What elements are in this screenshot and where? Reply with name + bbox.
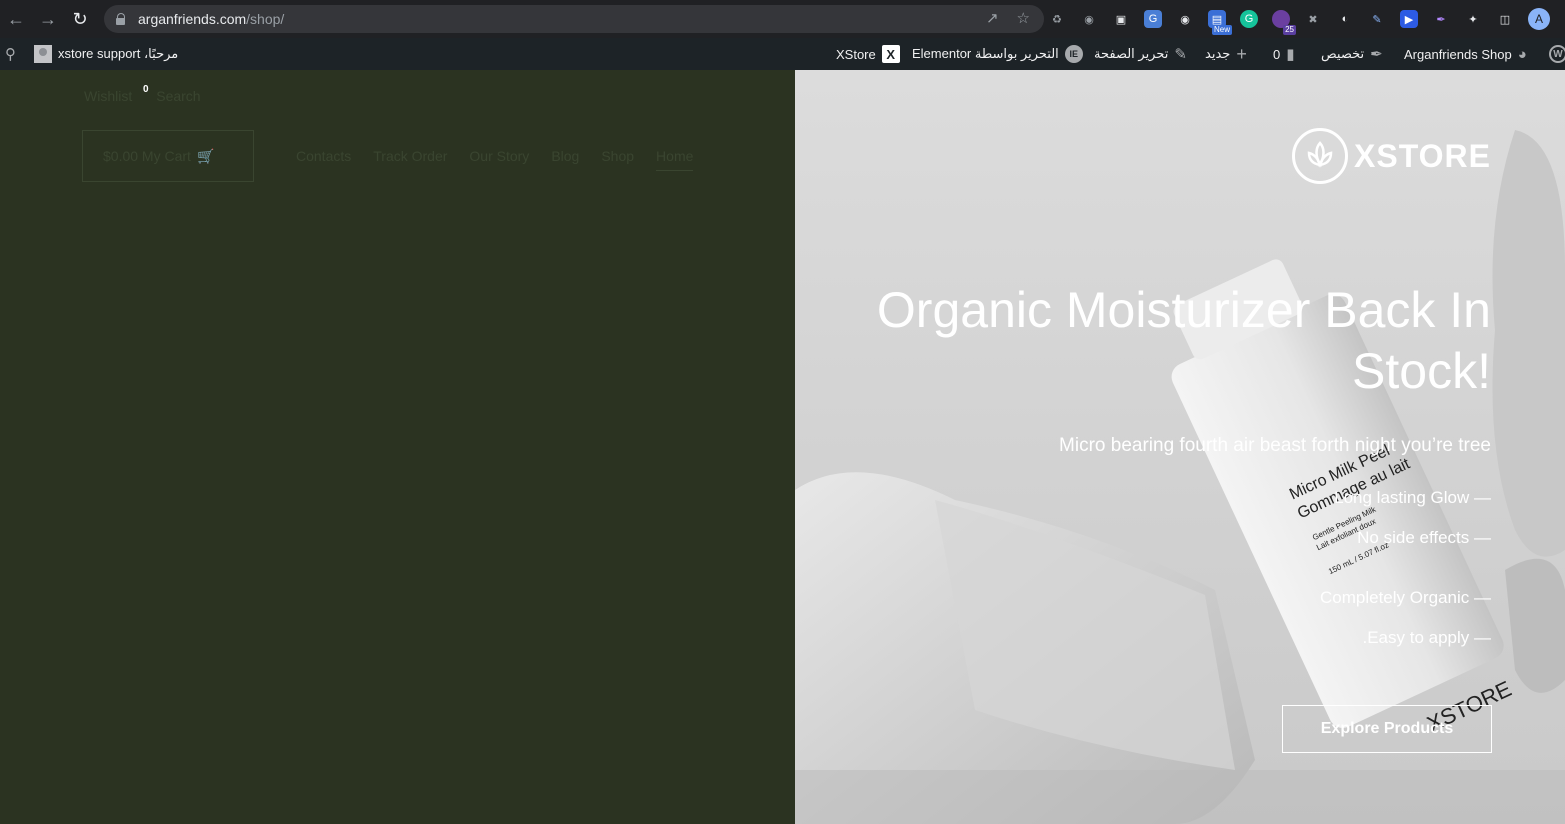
recycle-extension-icon[interactable]: ♻ xyxy=(1048,10,1066,28)
edit-page[interactable]: تحرير الصفحة ✎ xyxy=(1094,38,1187,70)
customize[interactable]: تخصيص ✒ xyxy=(1321,38,1383,70)
list-item: .Easy to apply — xyxy=(1362,628,1491,647)
greeting-label: مرحبًا، xstore support xyxy=(58,46,179,61)
feature-list: Long lasting Glow — No side effects — Co… xyxy=(1320,488,1491,668)
news-extension-icon[interactable]: ▤ New xyxy=(1208,10,1232,35)
screen-extension-icon[interactable]: ▣ xyxy=(1112,10,1130,28)
dashboard-icon: ◕ xyxy=(1517,45,1527,63)
comments[interactable]: 0 ▮ xyxy=(1273,38,1295,70)
hero-subtitle: Micro bearing fourth air beast forth nig… xyxy=(1059,435,1491,456)
browser-toolbar: ← → ↻ arganfriends.com/shop/ ↗ ☆ ♻ ◉ ▣ G… xyxy=(0,0,1565,38)
main-menu: Contacts Track Order Our Story Blog Shop… xyxy=(296,148,694,171)
forward-icon[interactable]: → xyxy=(32,0,64,38)
menu-item-our-story[interactable]: Our Story xyxy=(469,148,529,171)
my-account[interactable]: مرحبًا، xstore support xyxy=(34,38,178,70)
pencil-icon: ✎ xyxy=(1174,46,1187,63)
plus-icon: + xyxy=(1236,43,1247,64)
comment-bubble-icon: ▮ xyxy=(1286,46,1295,63)
site-header-panel: Wishlist Search 0 $0.00 My Cart 🛒 Contac… xyxy=(0,70,795,824)
xstore-label: XStore xyxy=(836,46,876,62)
site-name[interactable]: Arganfriends Shop ◕ xyxy=(1404,38,1527,70)
cart-label: $0.00 My Cart xyxy=(103,148,191,164)
list-item: Long lasting Glow — xyxy=(1334,488,1491,507)
wp-admin-bar: ⚲ مرحبًا، xstore support XStore X التحري… xyxy=(0,38,1565,70)
admin-search-icon[interactable]: ⚲ xyxy=(5,38,16,70)
wishlist-link[interactable]: Wishlist xyxy=(84,88,132,104)
reload-icon[interactable]: ↻ xyxy=(64,0,96,38)
side-panel-icon[interactable]: ◫ xyxy=(1496,10,1514,28)
edit-page-label: تحرير الصفحة xyxy=(1094,46,1169,61)
wordpress-logo-icon: W xyxy=(1549,45,1565,63)
menu-item-blog[interactable]: Blog xyxy=(551,148,579,171)
pen-extension-icon[interactable]: ✎ xyxy=(1368,10,1386,28)
cart-button[interactable]: $0.00 My Cart 🛒 xyxy=(82,130,254,182)
menu-item-contacts[interactable]: Contacts xyxy=(296,148,351,171)
xstore-menu[interactable]: XStore X xyxy=(836,38,900,70)
cart-icon: 🛒 xyxy=(196,147,215,164)
comments-count: 0 xyxy=(1273,46,1281,62)
wp-logo-menu[interactable]: W xyxy=(1549,38,1565,70)
search-link[interactable]: Search xyxy=(156,88,200,104)
menu-item-track-order[interactable]: Track Order xyxy=(373,148,447,171)
logo-text: XSTORE xyxy=(1354,137,1491,174)
share-icon[interactable]: ↗ xyxy=(986,9,999,27)
counter-extension-icon[interactable]: 25 xyxy=(1272,10,1296,35)
feather-extension-icon[interactable]: ✒ xyxy=(1432,10,1450,28)
puzzle-color-extension-icon[interactable]: ✖ xyxy=(1304,10,1322,28)
wishlist-count: 0 xyxy=(143,84,149,95)
new-label: جديد xyxy=(1205,46,1231,61)
elementor-label: التحرير بواسطة Elementor xyxy=(912,46,1059,61)
elementor-icon: IE xyxy=(1064,45,1083,63)
menu-item-home[interactable]: Home xyxy=(656,148,694,171)
hero-headline: Organic Moisturizer Back In Stock! xyxy=(876,282,1491,399)
elementor-edit[interactable]: التحرير بواسطة Elementor IE xyxy=(912,38,1083,70)
explore-products-button[interactable]: Explore Products xyxy=(1282,705,1492,753)
list-item: No side effects — xyxy=(1357,528,1491,547)
site-name-label: Arganfriends Shop xyxy=(1404,46,1512,62)
url-path: /shop/ xyxy=(246,11,285,27)
count-badge: 25 xyxy=(1283,25,1296,35)
new-badge: New xyxy=(1211,25,1232,35)
profile-avatar[interactable]: A xyxy=(1528,8,1550,30)
translate-extension-icon[interactable]: G xyxy=(1144,10,1162,28)
avatar xyxy=(34,45,52,63)
bookmark-star-icon[interactable]: ☆ xyxy=(1017,9,1030,27)
new-content[interactable]: جديد + xyxy=(1205,38,1247,70)
address-bar[interactable]: arganfriends.com/shop/ ↗ ☆ xyxy=(104,5,1044,33)
list-item: Completely Organic — xyxy=(1319,588,1491,607)
url-host: arganfriends.com xyxy=(138,11,247,27)
menu-item-shop[interactable]: Shop xyxy=(601,148,634,171)
xstore-logo[interactable]: XSTORE xyxy=(1292,128,1491,184)
lotus-icon xyxy=(1292,128,1348,184)
grammarly-extension-icon[interactable]: G xyxy=(1240,10,1258,28)
paintbrush-icon: ✒ xyxy=(1370,46,1383,63)
xstore-x-icon: X xyxy=(881,45,900,63)
half-moon-extension-icon[interactable]: ◐ xyxy=(1336,10,1354,28)
customize-label: تخصيص xyxy=(1321,46,1365,61)
lock-icon xyxy=(116,13,126,25)
globe-extension-icon[interactable]: ◉ xyxy=(1080,10,1098,28)
hero-banner: Micro Milk Peel Gommage au lait Gentle P… xyxy=(795,70,1565,824)
meet-extension-icon[interactable]: ▶ xyxy=(1400,10,1418,28)
camera-extension-icon[interactable]: ◉ xyxy=(1176,10,1194,28)
back-icon[interactable]: ← xyxy=(0,0,32,38)
extensions-puzzle-icon[interactable]: ✦ xyxy=(1464,10,1482,28)
